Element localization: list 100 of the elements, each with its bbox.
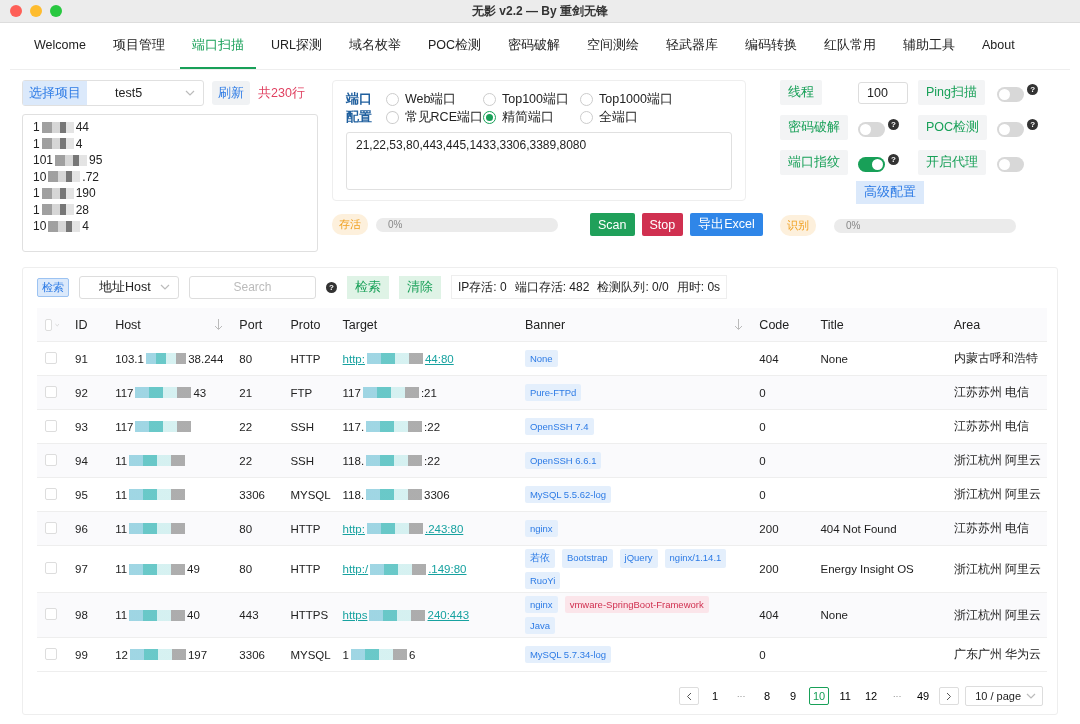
advanced-config-button[interactable]: 高级配置 bbox=[856, 181, 924, 204]
progress-tag: 存活 bbox=[332, 214, 368, 235]
checkbox[interactable] bbox=[45, 608, 57, 620]
redaction-mosaic bbox=[129, 489, 186, 500]
table-cell: None bbox=[820, 352, 848, 365]
checkbox[interactable] bbox=[45, 647, 57, 660]
nav-tab[interactable]: Welcome bbox=[22, 23, 98, 69]
help-icon[interactable]: ? bbox=[888, 153, 899, 165]
sort-arrow-icon[interactable] bbox=[734, 319, 744, 330]
table-cell: 404 Not Found bbox=[820, 522, 897, 535]
redaction-mosaic bbox=[369, 609, 426, 621]
maximize-icon[interactable] bbox=[50, 5, 62, 17]
page-size-select[interactable]: 10 / page bbox=[965, 686, 1043, 706]
target-line: 10 bbox=[33, 218, 47, 235]
target-line: 1 bbox=[33, 135, 40, 152]
option-label: 开启代理 bbox=[918, 150, 986, 175]
toggle-switch[interactable] bbox=[997, 86, 1025, 102]
column-header[interactable]: Banner bbox=[524, 317, 566, 332]
radio-label[interactable]: Top100端口 bbox=[502, 91, 569, 108]
table-cell: 1 bbox=[342, 648, 349, 661]
checkbox[interactable] bbox=[45, 487, 57, 500]
column-header[interactable]: Target bbox=[342, 317, 378, 332]
action-button[interactable]: 导出Excel bbox=[690, 213, 763, 236]
radio-label[interactable]: Web端口 bbox=[405, 91, 457, 108]
table-cell: MYSQL bbox=[290, 488, 331, 501]
table-cell: 118. bbox=[342, 454, 365, 467]
minimize-icon[interactable] bbox=[30, 5, 42, 17]
nav-tab[interactable]: 域名枚举 bbox=[336, 23, 413, 69]
stat-text: 端口存活: 482 bbox=[514, 278, 590, 296]
target-line: .72 bbox=[82, 168, 100, 185]
nav-tab[interactable]: 轻武器库 bbox=[654, 23, 730, 69]
chevron-left-icon[interactable] bbox=[686, 691, 693, 701]
checkbox[interactable] bbox=[45, 521, 57, 534]
column-header[interactable]: Area bbox=[953, 317, 981, 332]
page-button[interactable]: 8 bbox=[757, 687, 778, 705]
radio-label[interactable]: 精简端口 bbox=[502, 109, 554, 126]
page-button[interactable]: 9 bbox=[783, 687, 804, 705]
search-field[interactable]: Search bbox=[189, 275, 316, 299]
checkbox[interactable] bbox=[45, 318, 52, 331]
redaction-mosaic bbox=[135, 421, 192, 432]
nav-tab[interactable]: 红队常用 bbox=[812, 23, 888, 69]
target-list[interactable]: 1 44 1 4 101 95 10 .72 1 190 1 28 10 4 bbox=[22, 114, 318, 252]
sort-arrow-icon[interactable] bbox=[214, 319, 224, 330]
help-icon[interactable]: ? bbox=[1027, 118, 1039, 130]
table-cell: 95 bbox=[75, 488, 88, 501]
checkbox[interactable] bbox=[45, 562, 57, 574]
table-cell: 80 bbox=[239, 352, 253, 365]
help-icon[interactable]: ? bbox=[1027, 83, 1039, 95]
radio-label[interactable]: 全端口 bbox=[599, 109, 638, 126]
table-cell: 浙江杭州 阿里云 bbox=[953, 562, 1041, 575]
page-button[interactable]: 10 bbox=[809, 687, 830, 705]
toggle-switch[interactable] bbox=[997, 121, 1025, 137]
nav-tab[interactable]: 编码转换 bbox=[733, 23, 809, 69]
table-cell: 0 bbox=[759, 648, 766, 661]
column-header[interactable]: Title bbox=[820, 317, 844, 332]
nav-tab[interactable]: 密码破解 bbox=[496, 23, 572, 69]
nav-tab[interactable]: POC检测 bbox=[415, 23, 493, 69]
nav-tab[interactable]: About bbox=[970, 23, 1027, 69]
column-header[interactable]: Host bbox=[115, 317, 141, 332]
toggle-switch[interactable] bbox=[858, 156, 885, 172]
chevron-down-icon bbox=[54, 321, 60, 328]
nav-tab[interactable]: URL探测 bbox=[258, 23, 334, 69]
help-icon[interactable]: ? bbox=[326, 281, 337, 293]
target-line: 28 bbox=[75, 201, 90, 218]
nav-tab[interactable]: 辅助工具 bbox=[891, 23, 967, 69]
page-button[interactable]: 49 bbox=[913, 687, 934, 705]
checkbox[interactable] bbox=[45, 419, 57, 432]
nav-tab[interactable]: 空间测绘 bbox=[575, 23, 651, 69]
option-label: Ping扫描 bbox=[918, 80, 986, 105]
radio-label[interactable]: Top1000端口 bbox=[599, 91, 673, 108]
banner-tag: None bbox=[524, 350, 558, 367]
table-cell: 浙江杭州 阿里云 bbox=[953, 488, 1041, 500]
redaction-mosaic bbox=[362, 387, 419, 398]
refresh-button[interactable]: 刷新 bbox=[212, 81, 250, 105]
help-icon[interactable]: ? bbox=[888, 118, 899, 130]
column-header[interactable]: ID bbox=[75, 317, 88, 332]
table-cell: 22 bbox=[239, 454, 253, 467]
banner-tag: MySQL 5.7.34-log bbox=[524, 646, 612, 663]
table-cell: 3306 bbox=[424, 488, 450, 501]
field-select[interactable]: 地址Host bbox=[79, 275, 179, 299]
toggle-switch[interactable] bbox=[997, 156, 1025, 172]
table-cell: :22 bbox=[424, 454, 441, 467]
stat-text: 检测队列: 0/0 bbox=[597, 278, 669, 296]
toggle-switch[interactable] bbox=[858, 121, 885, 137]
checkbox[interactable] bbox=[45, 351, 57, 364]
close-icon[interactable] bbox=[10, 5, 22, 17]
page-button[interactable]: 11 bbox=[835, 687, 856, 705]
chevron-right-icon[interactable] bbox=[946, 691, 953, 701]
checkbox[interactable] bbox=[45, 453, 57, 466]
progress-reading: 0% bbox=[846, 219, 861, 232]
page-button[interactable]: 12 bbox=[861, 687, 882, 705]
page-button[interactable]: 1 bbox=[705, 687, 726, 705]
radio-label[interactable]: 常见RCE端口 bbox=[404, 109, 483, 126]
nav-tab[interactable]: 项目管理 bbox=[100, 23, 177, 69]
checkbox[interactable] bbox=[45, 385, 57, 398]
threads-field[interactable]: 100 bbox=[858, 81, 908, 104]
nav-tab[interactable]: 端口扫描 bbox=[179, 23, 256, 69]
table-cell: 99 bbox=[75, 648, 88, 661]
ports-field[interactable]: 21,22,53,80,443,445,1433,3306,3389,8080 bbox=[346, 132, 732, 190]
action-button[interactable]: Stop bbox=[641, 213, 684, 236]
